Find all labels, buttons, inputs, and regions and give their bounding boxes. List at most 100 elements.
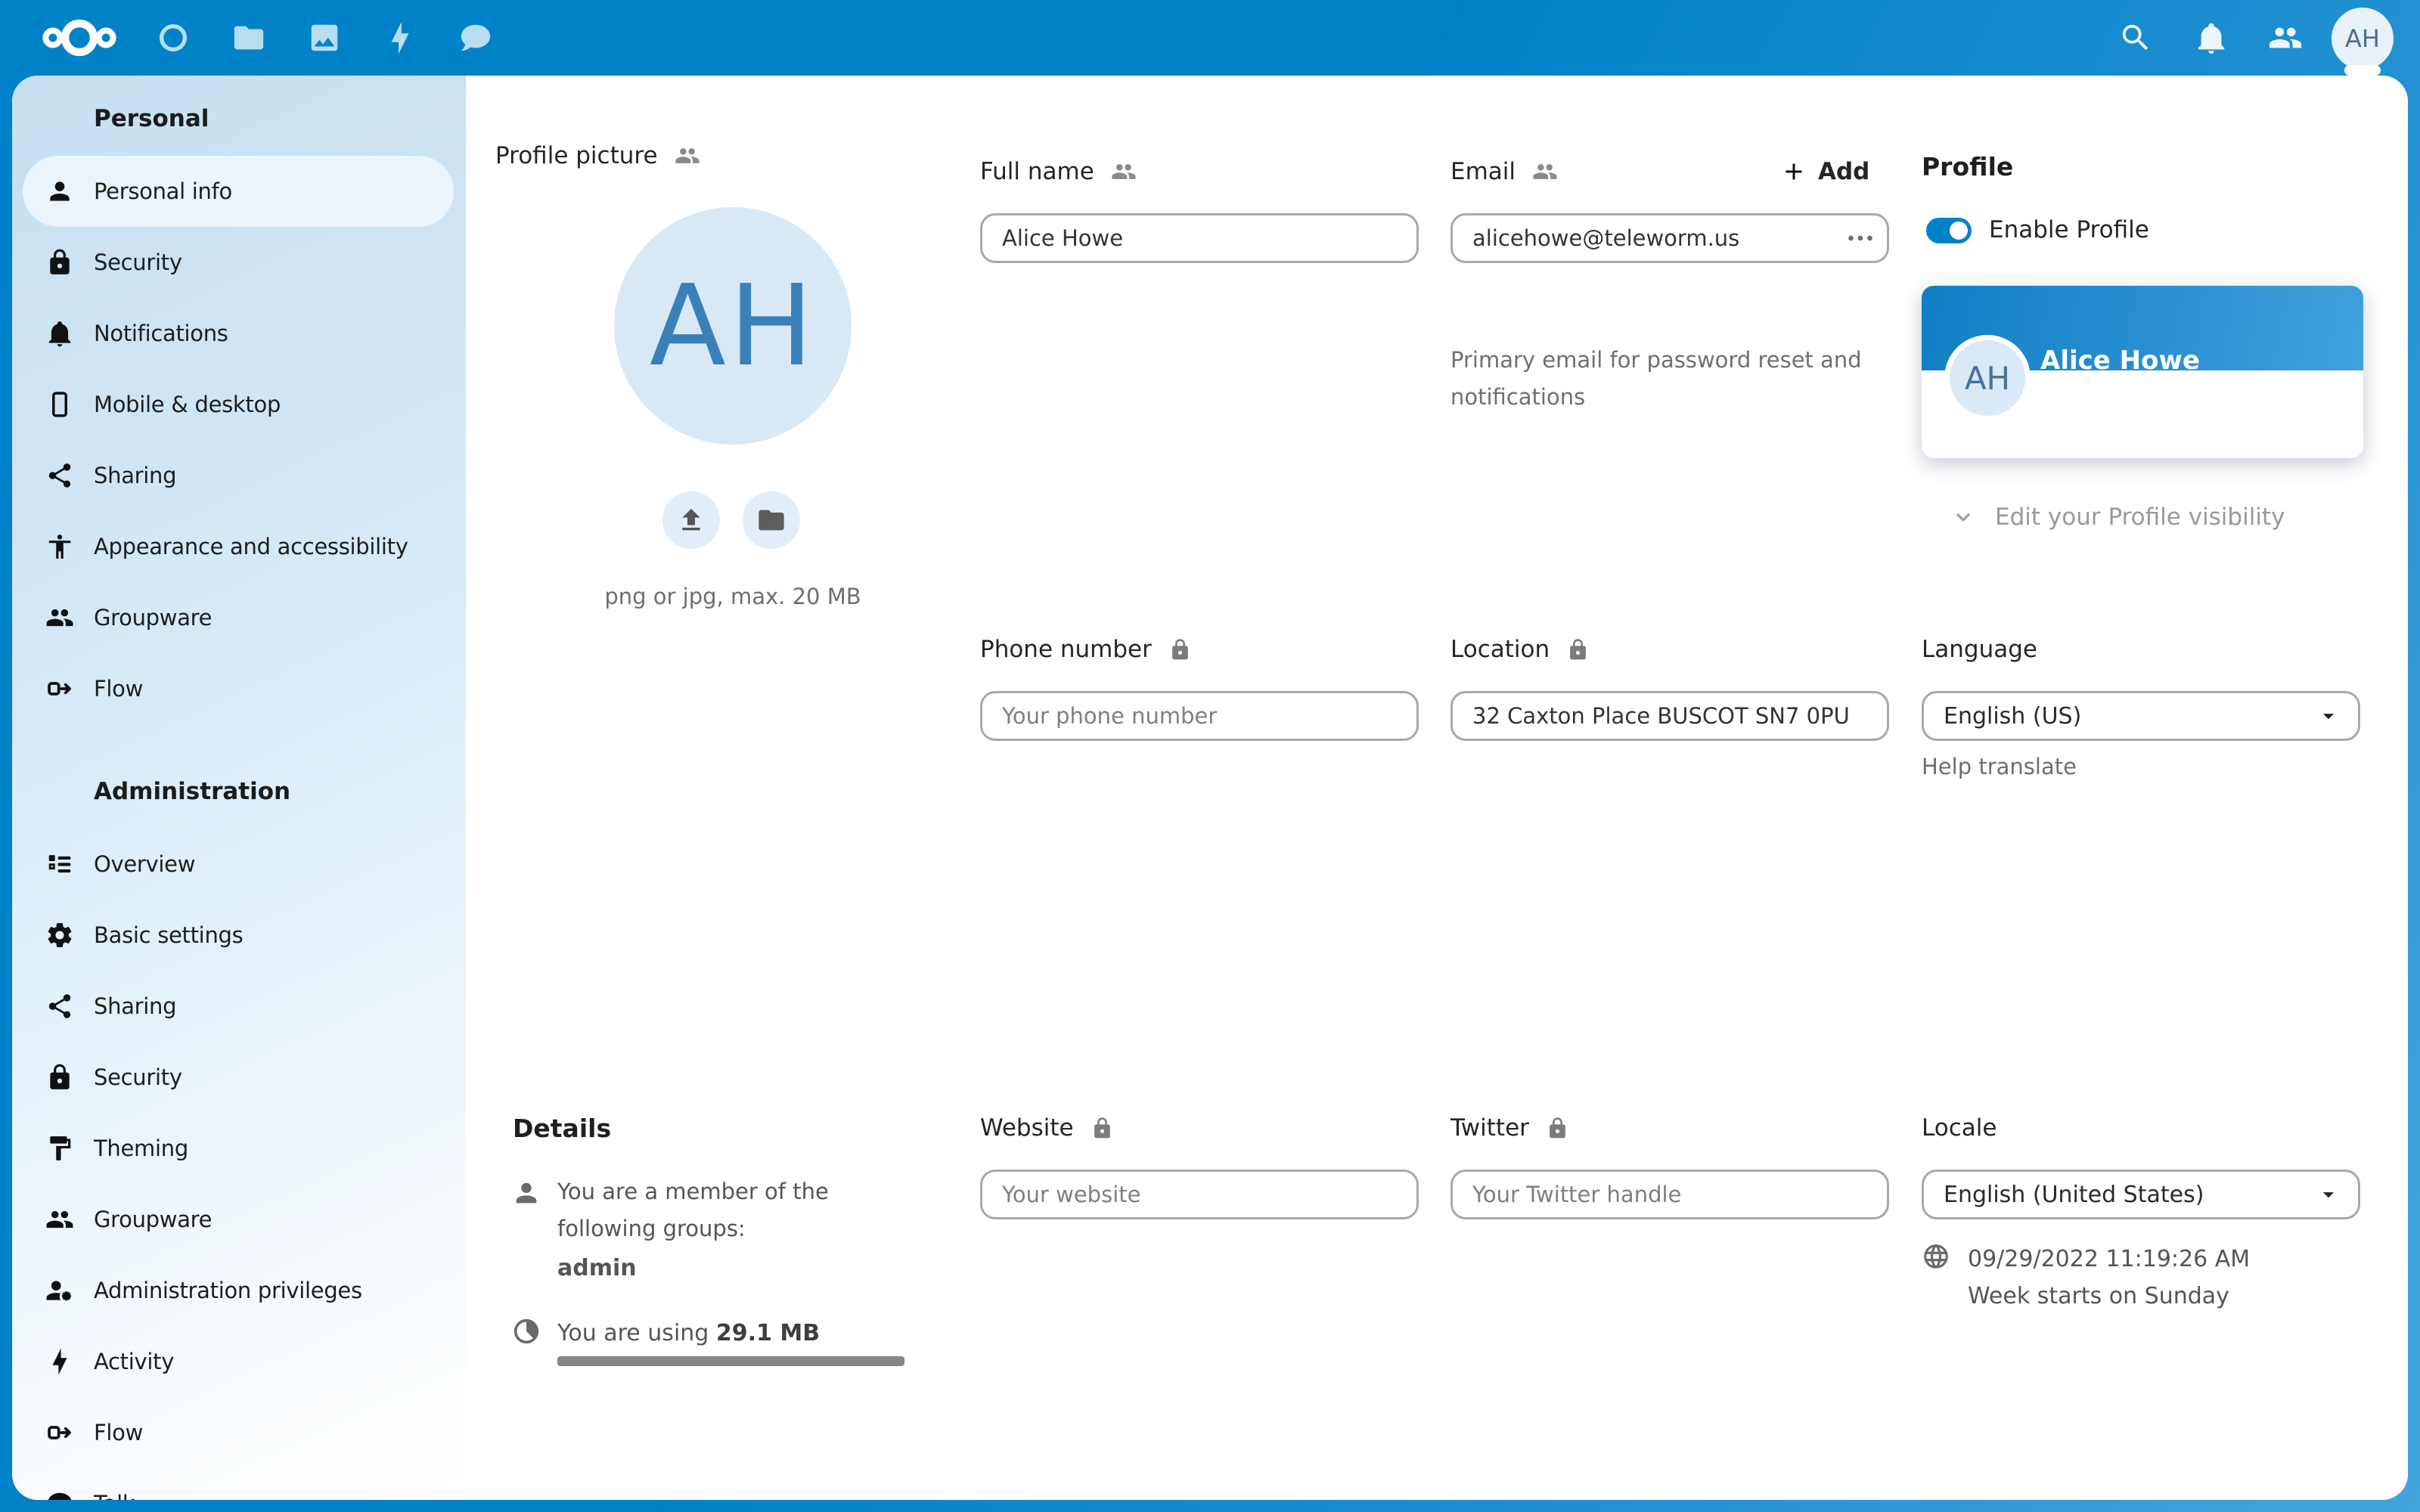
sidebar-item-admin-talk[interactable]: Talk	[23, 1468, 454, 1500]
person-icon	[511, 1178, 541, 1208]
contacts-icon[interactable]	[2268, 20, 2303, 55]
groups-membership-text: You are a member of the following groups…	[557, 1173, 905, 1247]
sidebar-item-groupware[interactable]: Groupware	[23, 582, 454, 653]
full-name-input[interactable]	[980, 213, 1419, 263]
quota-progress-bar	[557, 1356, 904, 1366]
sidebar-item-security[interactable]: Security	[23, 227, 454, 298]
share-icon	[45, 992, 74, 1021]
location-input[interactable]	[1450, 691, 1889, 741]
sidebar-header-administration: Administration	[94, 771, 290, 812]
bolt-icon	[45, 1347, 74, 1376]
scope-lock-icon[interactable]	[1091, 1117, 1114, 1140]
language-select-value: English (US)	[1944, 703, 2081, 730]
scope-lock-icon[interactable]	[1546, 1117, 1569, 1140]
profile-card-name: Alice Howe	[2040, 345, 2200, 376]
enable-profile-label: Enable Profile	[1989, 213, 2149, 246]
flow-icon	[45, 674, 74, 703]
scope-contacts-icon[interactable]	[1532, 159, 1558, 184]
plus-icon	[1780, 158, 1807, 185]
profile-picture-label: Profile picture	[495, 139, 700, 172]
settings-sidebar: Personal Personal info Security Notifica…	[12, 76, 466, 1500]
talk-icon[interactable]	[458, 20, 493, 55]
avatar-menu-indicator	[2344, 65, 2381, 76]
gear-icon	[45, 921, 74, 950]
locale-week-note: Week starts on Sunday	[1968, 1283, 2229, 1309]
profile-picture-avatar: AH	[614, 207, 852, 445]
upload-icon	[676, 505, 706, 535]
sidebar-item-notifications[interactable]: Notifications	[23, 298, 454, 369]
email-field-wrap	[1450, 213, 1889, 263]
locale-datetime: 09/29/2022 11:19:26 AM	[1968, 1246, 2250, 1272]
email-helper-text: Primary email for password reset and not…	[1450, 342, 1919, 416]
sidebar-item-personal-info[interactable]: Personal info	[23, 156, 454, 227]
scope-lock-icon[interactable]	[1566, 638, 1590, 662]
edit-profile-visibility-button[interactable]: Edit your Profile visibility	[1950, 500, 2285, 534]
personal-info-content: Profile picture AH png or jpg, max. 20 M…	[466, 76, 2408, 1500]
activity-icon[interactable]	[383, 20, 417, 55]
website-input[interactable]	[980, 1170, 1419, 1219]
people-icon	[45, 1205, 74, 1234]
phone-input[interactable]	[980, 691, 1419, 741]
search-icon[interactable]	[2118, 20, 2153, 55]
help-translate-link[interactable]: Help translate	[1922, 748, 2077, 785]
add-email-button[interactable]: Add	[1780, 155, 1869, 188]
user-avatar[interactable]: AH	[2332, 8, 2394, 70]
scope-contacts-icon[interactable]	[1111, 159, 1137, 184]
topbar: AH	[0, 0, 2420, 76]
sidebar-item-admin-sharing[interactable]: Sharing	[23, 971, 454, 1042]
sidebar-item-admin-flow[interactable]: Flow	[23, 1397, 454, 1468]
quota-icon	[511, 1316, 541, 1346]
people-icon	[45, 603, 74, 632]
email-input[interactable]	[1450, 213, 1889, 263]
avatar-hint: png or jpg, max. 20 MB	[544, 578, 922, 615]
locale-select-value: English (United States)	[1944, 1182, 2204, 1208]
scope-contacts-icon[interactable]	[675, 143, 700, 169]
overview-icon	[45, 850, 74, 878]
sidebar-item-flow[interactable]: Flow	[23, 653, 454, 724]
sidebar-item-admin-groupware[interactable]: Groupware	[23, 1184, 454, 1255]
email-actions-menu-icon[interactable]	[1845, 223, 1876, 253]
sidebar-item-appearance-accessibility[interactable]: Appearance and accessibility	[23, 511, 454, 582]
dashboard-icon[interactable]	[156, 20, 191, 55]
accessibility-icon	[45, 532, 74, 561]
full-name-label: Full name	[980, 155, 1137, 188]
email-label: Email	[1450, 155, 1558, 188]
quota-value: 29.1 MB	[716, 1320, 820, 1346]
flow-icon	[45, 1418, 74, 1447]
notifications-bell-icon[interactable]	[2194, 20, 2229, 55]
files-icon[interactable]	[231, 20, 266, 55]
nextcloud-logo-icon[interactable]	[38, 17, 121, 59]
cellphone-icon	[45, 390, 74, 419]
twitter-input[interactable]	[1450, 1170, 1889, 1219]
globe-icon	[1922, 1242, 1950, 1271]
chevron-down-icon	[1950, 503, 1977, 531]
share-icon	[45, 461, 74, 490]
profile-preview-card[interactable]: AH Alice Howe	[1922, 286, 2363, 458]
profile-heading: Profile	[1922, 150, 2013, 183]
sidebar-item-sharing[interactable]: Sharing	[23, 440, 454, 511]
folder-icon	[756, 505, 786, 535]
quota-text: You are using 29.1 MB	[557, 1320, 820, 1346]
sidebar-item-administration-privileges[interactable]: Administration privileges	[23, 1255, 454, 1326]
language-label: Language	[1922, 633, 2037, 666]
profile-card-avatar: AH	[1950, 340, 2025, 416]
sidebar-item-basic-settings[interactable]: Basic settings	[23, 900, 454, 971]
locale-select[interactable]: English (United States)	[1922, 1170, 2360, 1219]
caret-down-icon	[2316, 1182, 2341, 1207]
enable-profile-toggle[interactable]	[1926, 218, 1972, 243]
details-heading: Details	[513, 1111, 611, 1145]
scope-lock-icon[interactable]	[1168, 638, 1192, 662]
twitter-label: Twitter	[1450, 1111, 1569, 1145]
sidebar-item-admin-security[interactable]: Security	[23, 1042, 454, 1113]
choose-avatar-from-files-button[interactable]	[743, 491, 800, 549]
sidebar-item-mobile-desktop[interactable]: Mobile & desktop	[23, 369, 454, 440]
user-avatar-initials: AH	[2345, 24, 2380, 53]
sidebar-header-personal: Personal	[94, 98, 209, 139]
sidebar-item-admin-activity[interactable]: Activity	[23, 1326, 454, 1397]
sidebar-item-overview[interactable]: Overview	[23, 829, 454, 900]
settings-shell: Personal Personal info Security Notifica…	[12, 76, 2408, 1500]
sidebar-item-theming[interactable]: Theming	[23, 1113, 454, 1184]
photos-icon[interactable]	[307, 20, 342, 55]
language-select[interactable]: English (US)	[1922, 691, 2360, 741]
upload-avatar-button[interactable]	[662, 491, 720, 549]
